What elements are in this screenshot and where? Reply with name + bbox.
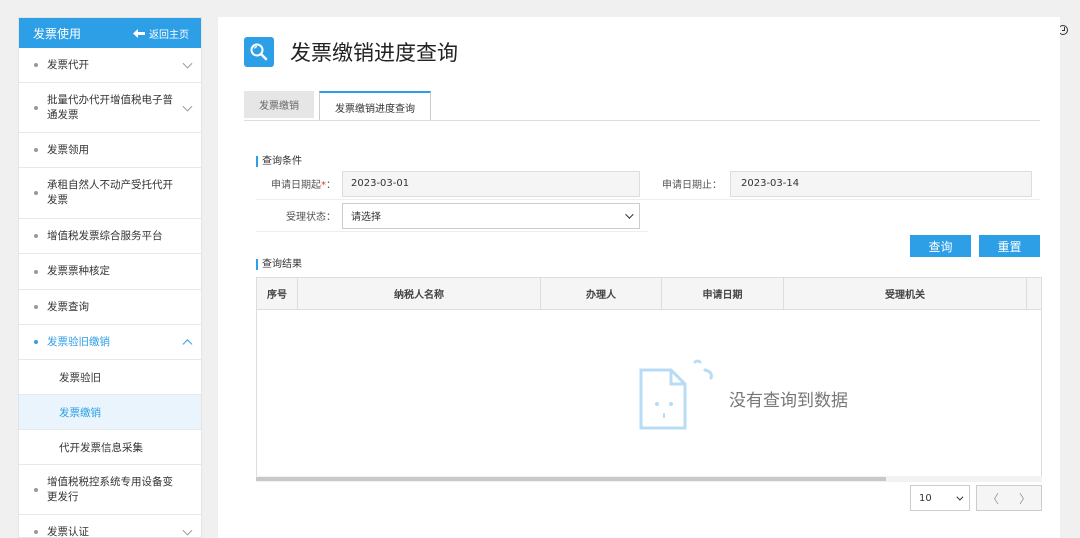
end-date-label: 申请日期止： [662,180,722,191]
status-row: 受理状态： 请选择 [256,200,648,232]
column-header[interactable]: 受理机关 [784,278,1027,309]
empty-document-icon [639,359,713,430]
reset-button-label: 重置 [997,239,1022,254]
home-link-label: 返回主页 [149,29,189,41]
back-arrow-icon [133,28,145,38]
sidebar-item-label: 发票认证 [47,525,89,538]
table-header: 序号 纳税人名称 办理人 申请日期 受理机关 [257,278,1041,310]
page-title: 发票缴销进度查询 [290,41,458,65]
chevron-down-icon [182,58,193,69]
column-header[interactable]: 纳税人名称 [298,278,541,309]
status-select[interactable]: 请选择 [342,202,640,229]
search-icon [244,37,274,67]
horizontal-scrollbar[interactable] [256,476,1042,482]
results-table: 序号 纳税人名称 办理人 申请日期 受理机关 没有查询到数据 [256,277,1042,477]
sidebar-item-tax-device[interactable]: 增值税税控系统专用设备变更发行 [19,465,201,515]
sidebar-subitem-label: 代开发票信息采集 [59,441,143,454]
sidebar-subitem-label: 发票验旧 [59,371,101,384]
tab-label: 发票缴销 [259,101,299,112]
tab-cancel-progress[interactable]: 发票缴销进度查询 [319,91,431,121]
bullet-icon [34,234,38,238]
sidebar-item-verify-cancel[interactable]: 发票验旧缴销 [19,325,201,360]
query-section-label: 查询条件 [256,156,302,167]
sidebar-item-vat-platform[interactable]: 增值税发票综合服务平台 [19,219,201,254]
sidebar-subitem-verify[interactable]: 发票验旧 [19,360,201,395]
page-size-value: 10 [919,492,932,504]
sidebar-subitem-info-collect[interactable]: 代开发票信息采集 [19,430,201,465]
sidebar-item-label: 承租自然人不动产受托代开发票 [47,179,173,206]
sidebar-item-batch-einvoice[interactable]: 批量代办代开增值税电子普通发票 [19,83,201,133]
chevron-down-icon [182,101,193,112]
page-size-select[interactable]: 10 [910,485,970,511]
pagination: 10 〈 〉 [910,485,1042,511]
empty-state: 没有查询到数据 [635,358,848,430]
sidebar: 发票使用 返回主页 发票代开 批量代办代开增值税电子普通发票 发票领用 承租自然… [18,17,202,538]
sidebar-item-label: 发票验旧缴销 [47,335,110,348]
tab-divider [244,120,1040,121]
sidebar-item-type-approval[interactable]: 发票票种核定 [19,254,201,290]
sidebar-item-invoice-collect[interactable]: 发票领用 [19,133,201,168]
sidebar-header: 发票使用 返回主页 [19,18,201,48]
empty-message: 没有查询到数据 [729,390,848,411]
bullet-icon [34,269,38,274]
tab-label: 发票缴销进度查询 [335,103,415,115]
end-date-value: 2023-03-14 [741,178,800,189]
reset-button[interactable]: 重置 [979,235,1040,257]
column-header[interactable]: 序号 [257,278,298,309]
bullet-icon [34,105,38,110]
sidebar-item-label: 发票代开 [47,58,89,71]
end-date-field[interactable]: 2023-03-14 [730,170,1032,197]
tab-bar: 发票缴销 发票缴销进度查询 [244,91,436,121]
status-label: 受理状态： [286,212,336,223]
sidebar-item-invoice-auth[interactable]: 发票认证 [19,515,201,538]
sidebar-item-label: 增值税发票综合服务平台 [47,229,163,242]
results-section-label: 查询结果 [256,259,302,270]
chevron-up-icon [182,339,193,350]
label-colon: ： [326,180,336,191]
sidebar-item-label: 增值税税控系统专用设备变更发行 [47,475,173,503]
page-nav: 〈 〉 [976,485,1042,511]
column-header[interactable]: 申请日期 [662,278,784,309]
start-date-label: 申请日期起*： [256,176,342,191]
bullet-icon [34,487,38,492]
bullet-icon [34,305,38,309]
query-form: 申请日期起*： 2023-03-01 申请日期止： 2023-03-14 受理状… [256,168,1040,232]
bullet-icon [34,148,38,152]
sidebar-title: 发票使用 [33,26,82,41]
search-button-label: 查询 [928,239,953,254]
sidebar-item-label: 批量代办代开增值税电子普通发票 [47,93,173,121]
sidebar-item-label: 发票领用 [47,143,89,156]
start-date-label-text: 申请日期起 [271,180,321,191]
main-panel: 发票缴销进度查询 发票缴销 发票缴销进度查询 查询条件 申请日期起*： 2023… [218,17,1060,538]
sidebar-item-label: 发票查询 [47,300,89,313]
next-page-button[interactable]: 〉 [1019,490,1031,507]
start-date-value: 2023-03-01 [351,178,410,189]
date-row: 申请日期起*： 2023-03-01 申请日期止： 2023-03-14 [256,168,1040,200]
column-header[interactable]: 办理人 [541,278,662,309]
start-date-field[interactable]: 2023-03-01 [342,170,640,197]
chevron-down-icon [625,209,634,219]
sidebar-item-lease-property[interactable]: 承租自然人不动产受托代开发票 [19,168,201,219]
bullet-icon [34,530,38,534]
prev-page-button[interactable]: 〈 [987,490,999,507]
home-link[interactable]: 返回主页 [133,26,189,41]
sidebar-item-invoice-issue[interactable]: 发票代开 [19,48,201,83]
bullet-icon [34,63,38,67]
search-button[interactable]: 查询 [910,235,971,257]
sidebar-item-label: 发票票种核定 [47,265,110,277]
bullet-icon [34,191,38,195]
chevron-down-icon [182,525,193,536]
scrollbar-thumb[interactable] [256,477,886,481]
sidebar-subitem-cancel[interactable]: 发票缴销 [19,395,201,430]
sidebar-subitem-label: 发票缴销 [59,406,101,419]
tab-cancel[interactable]: 发票缴销 [244,91,314,118]
chevron-down-icon [956,493,964,501]
sidebar-item-invoice-query[interactable]: 发票查询 [19,290,201,325]
bullet-icon [34,340,38,344]
status-select-value: 请选择 [351,212,381,223]
page-header: 发票缴销进度查询 [244,37,458,67]
